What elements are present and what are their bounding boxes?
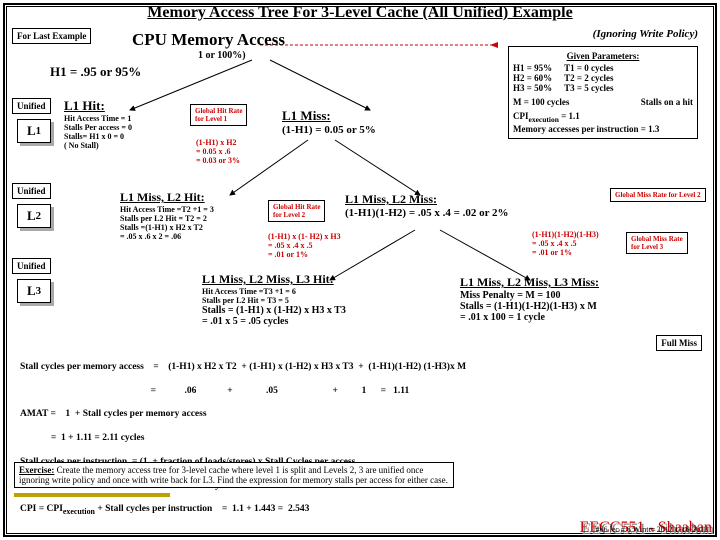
for-last-box: For Last Example — [12, 28, 91, 44]
l3-hit-c: Stalls = (1-H1) x (1-H2) x H3 x T3 — [202, 305, 422, 316]
l3-hit-h: L1 Miss, L2 Miss, L3 Hit: — [202, 272, 422, 287]
l2-hit-d: = .05 x .6 x 2 = .06 — [120, 232, 280, 241]
given-t3: T3 = 5 cycles — [564, 83, 613, 93]
l2-miss: L1 Miss, L2 Miss: (1-H1)(1-H2) = .05 x .… — [345, 192, 509, 219]
given-mapi: Memory accesses per instruction = 1.3 — [513, 124, 693, 134]
given-m: M = 100 cycles — [513, 97, 569, 107]
l1-hit-d: ( No Stall) — [64, 141, 194, 150]
given-t1: T1 = 0 cycles — [564, 63, 613, 73]
l1-calc: (1-H1) x H2 = 0.05 x .6 = 0.03 or 3% — [196, 138, 240, 165]
l1-miss: L1 Miss: (1-H1) = 0.05 or 5% — [282, 108, 376, 136]
l3-hit: L1 Miss, L2 Miss, L3 Hit: Hit Access Tim… — [202, 272, 422, 327]
l3-miss: L1 Miss, L2 Miss, L3 Miss: Miss Penalty … — [460, 275, 680, 323]
unified-2: Unified — [12, 183, 51, 199]
l2-hit-c: Stalls =(1-H1) x H2 x T2 — [120, 223, 280, 232]
ignore-label: (Ignoring Write Policy) — [593, 28, 698, 40]
l2-box: L2 — [17, 204, 51, 228]
given-h2: H2 = 60% — [513, 73, 552, 83]
unified-1: Unified — [12, 98, 51, 114]
h1-label: H1 = .95 or 95% — [50, 64, 141, 80]
ex-h: Exercise: — [19, 465, 54, 475]
l1-hit-h: L1 Hit: — [64, 98, 194, 114]
ghr1-box: Global Hit Ratefor Level 1 — [190, 104, 247, 126]
l3-hit-b: Stalls per L2 Hit = T3 = 5 — [202, 296, 422, 305]
given-stalls: Stalls on a hit — [641, 97, 693, 107]
unified-3: Unified — [12, 258, 51, 274]
l1-miss-h: L1 Miss: — [282, 108, 376, 124]
l3-miss-c: = .01 x 100 = 1 cycle — [460, 312, 680, 323]
given-t2: T2 = 2 cycles — [564, 73, 613, 83]
ex-t: Create the memory access tree for 3-leve… — [19, 465, 448, 485]
given-header: Given Parameters: — [513, 51, 693, 61]
l1-miss-a: (1-H1) = 0.05 or 5% — [282, 124, 376, 136]
l1-hit: L1 Hit: Hit Access Time = 1 Stalls Per a… — [64, 98, 194, 150]
gmr3-box: Global Miss Ratefor Level 3 — [626, 232, 688, 254]
l1-hit-c: Stalls= H1 x 0 = 0 — [64, 132, 194, 141]
l2-hit: L1 Miss, L2 Hit: Hit Access Time =T2 +1 … — [120, 190, 280, 241]
l3-miss-h: L1 Miss, L2 Miss, L3 Miss: — [460, 275, 680, 290]
l1-hit-b: Stalls Per access = 0 — [64, 123, 194, 132]
lecture-info: #66 lec # 8 Winter 2012 1-16-2013 — [596, 525, 708, 534]
given-cpisub: execution — [529, 115, 559, 124]
l2-hit-h: L1 Miss, L2 Hit: — [120, 190, 280, 205]
title: Memory Access Tree For 3-Level Cache (Al… — [0, 4, 720, 22]
stall-calc: Stall cycles per memory access = (1-H1) … — [20, 350, 680, 529]
ghr2-box: Global Hit Ratefor Level 2 — [268, 200, 325, 222]
cpu-label: CPU Memory Access — [132, 30, 285, 50]
exercise-box: Exercise: Create the memory access tree … — [14, 462, 454, 488]
given-h1: H1 = 95% — [513, 63, 552, 73]
l3-miss-a: Miss Penalty = M = 100 — [460, 290, 680, 301]
l3-hit-d: = .01 x 5 = .05 cycles — [202, 316, 422, 327]
l3-hit-a: Hit Access Time =T3 +1 = 6 — [202, 287, 422, 296]
gmr2-box: Global Miss Rate for Level 2 — [610, 188, 706, 202]
l2-miss-a: (1-H1)(1-H2) = .05 x .4 = .02 or 2% — [345, 207, 509, 219]
l1-hit-a: Hit Access Time = 1 — [64, 114, 194, 123]
given-params: Given Parameters: H1 = 95% H2 = 60% H3 =… — [508, 46, 698, 139]
full-miss: Full Miss — [656, 335, 702, 351]
hundred-label: 1 or 100%) — [198, 50, 246, 61]
given-h3: H3 = 50% — [513, 83, 552, 93]
l2-hit-b: Stalls per L2 Hit = T2 = 2 — [120, 214, 280, 223]
l2-hit-a: Hit Access Time =T2 +1 = 3 — [120, 205, 280, 214]
l3-calc: (1-H1)(1-H2)(1-H3) = .05 x .4 x .5 = .01… — [532, 230, 599, 257]
l1-box: L1 — [17, 119, 51, 143]
l3-miss-b: Stalls = (1-H1)(1-H2)(1-H3) x M — [460, 301, 680, 312]
l2-miss-h: L1 Miss, L2 Miss: — [345, 192, 437, 206]
given-cpiv: = 1.1 — [559, 111, 580, 121]
l2-calc: (1-H1) x (1- H2) x H3 = .05 x .4 x .5 = … — [268, 232, 341, 259]
given-cpi: CPI — [513, 111, 529, 121]
l3-box: L3 — [17, 279, 51, 303]
